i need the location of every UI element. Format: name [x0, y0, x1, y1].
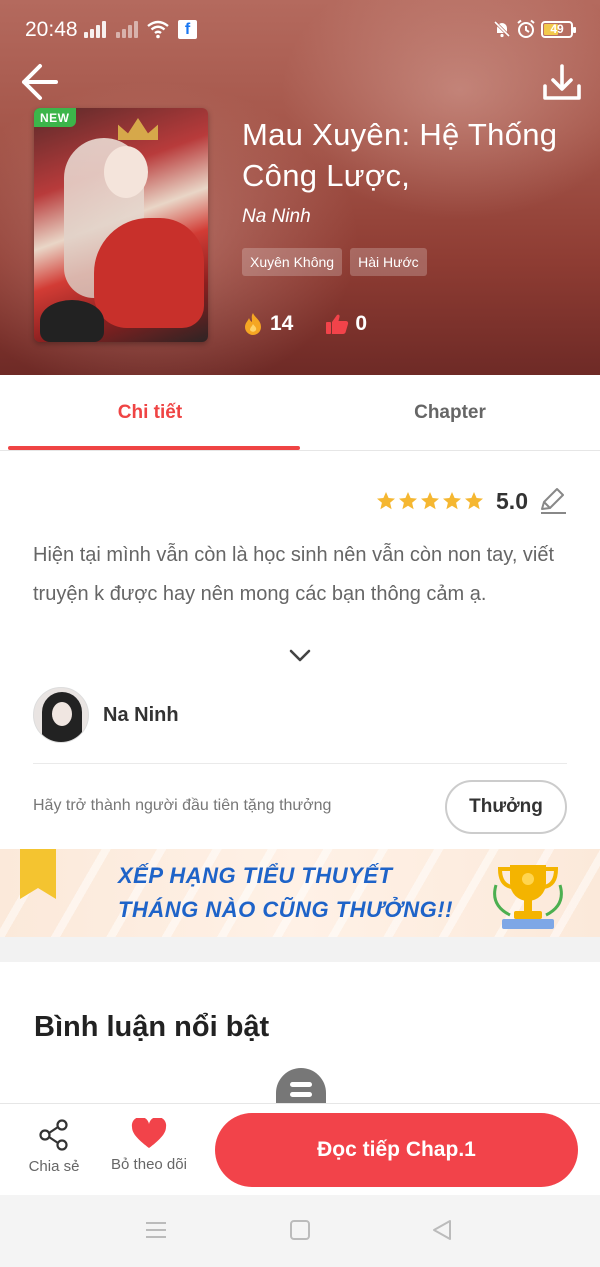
share-icon	[39, 1119, 68, 1151]
share-label: Chia sẻ	[28, 1158, 80, 1175]
heart-icon	[131, 1118, 167, 1148]
book-description: Hiện tại mình vẫn còn là học sinh nên vẫ…	[33, 544, 555, 605]
new-badge: NEW	[34, 108, 76, 127]
trophy-icon	[493, 865, 563, 929]
back-arrow-icon[interactable]	[18, 62, 60, 102]
status-time: 20:48	[25, 18, 78, 41]
star-icon	[421, 492, 440, 510]
tab-details[interactable]: Chi tiết	[0, 375, 300, 450]
wifi-icon	[147, 20, 169, 39]
signal-2-icon	[116, 20, 138, 38]
star-icon	[377, 492, 396, 510]
home-square-icon[interactable]	[289, 1219, 311, 1241]
menu-icon[interactable]	[145, 1219, 167, 1241]
reward-prompt: Hãy trở thành người đầu tiên tặng thưởng	[33, 797, 332, 814]
status-bar: 20:48 f 49	[0, 0, 600, 60]
rating-score: 5.0	[496, 487, 528, 514]
bottom-action-bar: Chia sẻ Bỏ theo dõi Đọc tiếp Chap.1	[0, 1103, 600, 1195]
chevron-down-icon[interactable]	[288, 648, 312, 664]
book-header: 20:48 f 49 NEW Mau Xuyên: Hệ Thống Công …	[0, 0, 600, 375]
reward-button[interactable]: Thưởng	[445, 780, 567, 834]
genre-tag[interactable]: Hài Hước	[350, 248, 427, 276]
detail-tabs: Chi tiết Chapter	[0, 375, 600, 451]
edit-pencil-icon[interactable]	[538, 487, 568, 515]
author-name: Na Ninh	[103, 703, 179, 726]
book-stats: 14 0	[242, 312, 399, 336]
genre-tag[interactable]: Xuyên Không	[242, 248, 343, 276]
ranking-promo-banner[interactable]: XẾP HẠNG TIỂU THUYẾT THÁNG NÀO CŨNG THƯỞ…	[0, 849, 600, 937]
back-triangle-icon[interactable]	[431, 1219, 453, 1241]
book-detail-screen: 20:48 f 49 NEW Mau Xuyên: Hệ Thống Công …	[0, 0, 600, 1267]
share-button[interactable]: Chia sẻ	[24, 1118, 84, 1175]
book-cover-image[interactable]	[34, 108, 208, 342]
author-avatar	[33, 687, 89, 743]
banner-line-2: THÁNG NÀO CŨNG THƯỞNG!!	[118, 897, 453, 922]
fire-icon	[245, 313, 261, 335]
system-navigation-bar	[0, 1195, 600, 1267]
signal-icon	[84, 20, 106, 38]
book-title: Mau Xuyên: Hệ Thống Công Lược,	[242, 117, 558, 193]
hot-count: 14	[270, 312, 294, 335]
section-spacer	[0, 937, 600, 962]
rating-summary: 5.0	[376, 487, 568, 515]
unfollow-label: Bỏ theo dõi	[111, 1156, 187, 1173]
star-icon	[443, 492, 462, 510]
featured-comments-title: Bình luận nổi bật	[34, 1011, 270, 1043]
battery-icon: 49	[541, 21, 576, 38]
facebook-icon: f	[178, 20, 197, 39]
rating-stars	[376, 491, 484, 511]
comment-icon	[276, 1068, 326, 1104]
hot-stat: 14	[242, 312, 293, 336]
like-stat[interactable]: 0	[325, 312, 367, 336]
banner-line-1: XẾP HẠNG TIỂU THUYẾT	[118, 863, 393, 888]
author-card[interactable]: Na Ninh	[33, 685, 567, 745]
download-icon[interactable]	[541, 62, 583, 104]
unfollow-button[interactable]: Bỏ theo dõi	[104, 1118, 194, 1173]
genre-tags: Xuyên Không Hài Hước	[242, 248, 427, 276]
continue-reading-button[interactable]: Đọc tiếp Chap.1	[215, 1113, 578, 1187]
star-icon	[465, 492, 484, 510]
alarm-icon	[517, 19, 535, 38]
book-author[interactable]: Na Ninh	[242, 206, 311, 228]
tab-chapters[interactable]: Chapter	[300, 375, 600, 450]
notification-muted-icon	[493, 20, 511, 38]
thumbs-up-icon	[326, 314, 349, 334]
star-icon	[399, 492, 418, 510]
like-count: 0	[355, 312, 368, 335]
divider	[33, 763, 567, 764]
